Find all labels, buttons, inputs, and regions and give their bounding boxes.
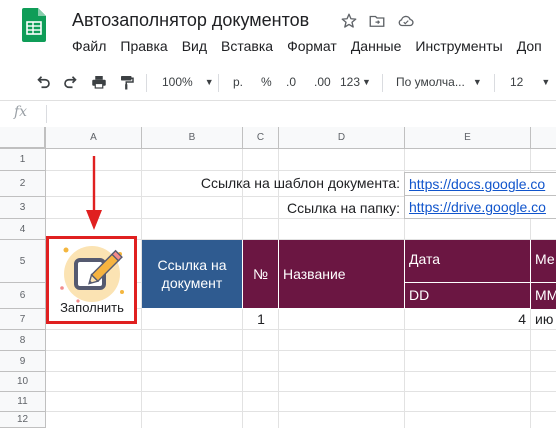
row-header-10[interactable]: 10: [0, 372, 46, 392]
row-header-8[interactable]: 8: [0, 330, 46, 351]
menu-view[interactable]: Вид: [182, 38, 207, 58]
redo-icon[interactable]: [62, 66, 80, 98]
column-header-d[interactable]: D: [279, 127, 405, 149]
menu-data[interactable]: Данные: [351, 38, 402, 58]
column-header-a[interactable]: A: [46, 127, 142, 149]
header-month-format-label: MM: [535, 287, 556, 303]
move-to-folder-icon[interactable]: [368, 12, 386, 30]
cloud-saved-icon[interactable]: [397, 12, 415, 30]
print-icon[interactable]: [90, 66, 108, 98]
zoom-value: 100%: [162, 75, 193, 89]
arrow-down-icon: [86, 156, 102, 230]
gridline: [46, 391, 556, 392]
fill-button[interactable]: Заполнить: [52, 242, 132, 320]
folder-link-label: Ссылка на папку:: [287, 200, 400, 216]
formula-bar-divider: [46, 105, 47, 123]
increase-decimal-button[interactable]: .00: [314, 66, 331, 98]
header-month-format[interactable]: MM: [531, 283, 556, 309]
header-date-format-label: DD: [409, 287, 430, 303]
document-title[interactable]: Автозаполнятор документов: [72, 10, 309, 31]
font-family-value: По умолча...: [396, 75, 465, 89]
select-all-corner[interactable]: [0, 127, 46, 149]
menu-bar: Файл Правка Вид Вставка Формат Данные Ин…: [72, 38, 556, 58]
fx-icon: fx: [14, 104, 28, 120]
header-name-label: Название: [283, 266, 346, 282]
row-header-4[interactable]: 4: [0, 219, 46, 240]
currency-format-button[interactable]: р.: [233, 66, 243, 98]
header-name[interactable]: Название: [279, 240, 405, 309]
chevron-down-icon: ▼: [541, 77, 551, 87]
gridline: [46, 170, 556, 171]
decrease-decimal-button[interactable]: .0: [286, 66, 296, 98]
menu-format[interactable]: Формат: [287, 38, 337, 58]
menu-edit[interactable]: Правка: [120, 38, 167, 58]
gridline: [46, 350, 556, 351]
header-document-link-line2: документ: [161, 275, 223, 291]
chevron-down-icon: ▼: [362, 77, 371, 87]
sheets-logo-icon[interactable]: [22, 8, 46, 42]
gridline: [46, 329, 556, 330]
fill-button-label: Заполнить: [60, 300, 124, 315]
edit-pencil-icon: [60, 246, 124, 303]
menu-tools[interactable]: Инструменты: [415, 38, 502, 58]
row-header-9[interactable]: 9: [0, 351, 46, 372]
header-month[interactable]: Ме: [531, 240, 556, 283]
row-header-1[interactable]: 1: [0, 149, 46, 171]
column-header-b[interactable]: B: [142, 127, 243, 149]
row-header-2[interactable]: 2: [0, 171, 46, 197]
font-size-value: 12: [510, 75, 524, 89]
menu-insert[interactable]: Вставка: [221, 38, 273, 58]
row-header-11[interactable]: 11: [0, 392, 46, 412]
formula-bar[interactable]: fx: [0, 100, 556, 128]
header-number-label: №: [252, 266, 269, 282]
gridline: [46, 371, 556, 372]
star-icon[interactable]: [340, 12, 358, 30]
header-document-link-line1: Ссылка на: [157, 257, 227, 273]
row7-month[interactable]: ию: [535, 311, 556, 327]
gridline: [46, 411, 556, 412]
header-month-label: Ме: [535, 251, 555, 267]
menu-file[interactable]: Файл: [72, 38, 106, 58]
row-header-3[interactable]: 3: [0, 197, 46, 219]
header-number[interactable]: №: [243, 240, 279, 309]
row-header-5[interactable]: 5: [0, 240, 46, 283]
column-header-f[interactable]: [531, 127, 556, 149]
increase-decimal-label: .00: [314, 75, 331, 89]
template-link-cell[interactable]: https://docs.google.co: [404, 172, 556, 196]
header-document-link[interactable]: Ссылка на документ: [142, 240, 243, 309]
chevron-down-icon: ▼: [472, 77, 482, 87]
column-header-e[interactable]: E: [405, 127, 531, 149]
template-link[interactable]: https://docs.google.co: [409, 176, 545, 192]
paint-format-icon[interactable]: [118, 66, 136, 98]
folder-link[interactable]: https://drive.google.co: [409, 199, 546, 215]
number-format-select[interactable]: 123 ▼: [340, 66, 371, 98]
font-size-select[interactable]: 12 ▼: [510, 66, 550, 98]
folder-link-cell[interactable]: https://drive.google.co: [404, 196, 556, 219]
chevron-down-icon: ▼: [204, 77, 214, 87]
font-family-select[interactable]: По умолча... ▼: [396, 66, 482, 98]
menu-addons[interactable]: Доп: [517, 38, 542, 58]
row7-date[interactable]: 4: [405, 311, 526, 327]
row-header-6[interactable]: 6: [0, 283, 46, 309]
row-header-12[interactable]: 12: [0, 412, 46, 428]
number-format-label: 123: [340, 75, 361, 89]
zoom-select[interactable]: 100% ▼: [162, 66, 214, 98]
template-link-label: Ссылка на шаблон документа:: [200, 175, 400, 191]
undo-icon[interactable]: [34, 66, 52, 98]
row-header-7[interactable]: 7: [0, 309, 46, 330]
percent-format-button[interactable]: %: [261, 66, 272, 98]
header-date-format[interactable]: DD: [405, 283, 531, 309]
header-date[interactable]: Дата: [405, 240, 531, 283]
header-date-label: Дата: [409, 251, 441, 267]
row7-number[interactable]: 1: [243, 311, 279, 327]
decrease-decimal-label: .0: [286, 75, 297, 89]
column-header-c[interactable]: C: [243, 127, 279, 149]
toolbar: 100% ▼ р. % .0 .00 123 ▼ По умолча... ▼ …: [0, 66, 556, 98]
